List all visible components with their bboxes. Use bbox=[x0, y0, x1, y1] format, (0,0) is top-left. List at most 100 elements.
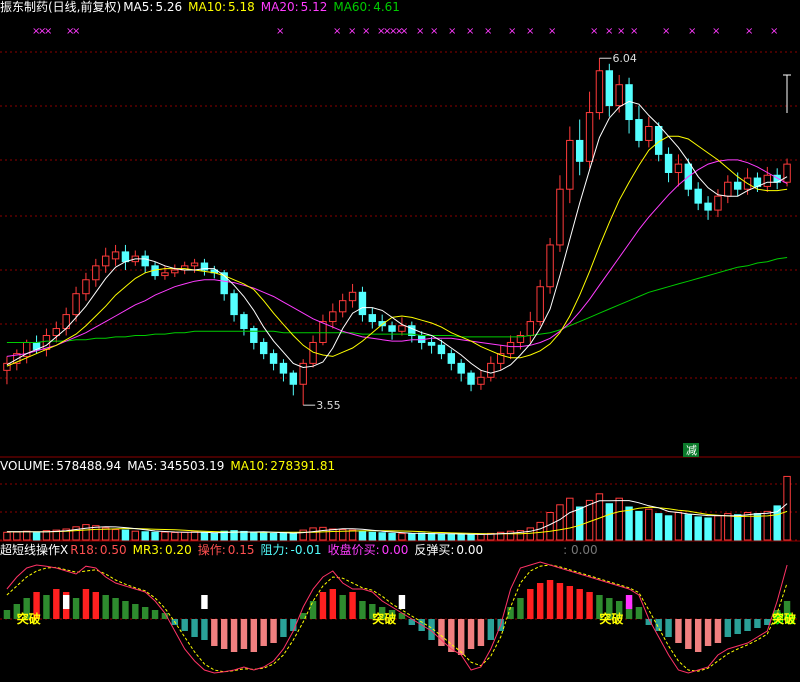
indicator-bar bbox=[141, 607, 149, 619]
volume-bar bbox=[180, 531, 189, 541]
candle-body bbox=[575, 139, 584, 162]
vol-ma10-value: 278391.81 bbox=[270, 459, 336, 473]
breakout-signal-label: 突破 bbox=[772, 611, 796, 626]
volume-bar bbox=[477, 533, 485, 541]
ma10-value: 5.18 bbox=[228, 0, 255, 14]
indicator-bar bbox=[151, 610, 159, 619]
candle-body bbox=[447, 353, 456, 364]
indicator-bar bbox=[201, 619, 208, 640]
indicator-bar bbox=[112, 598, 119, 619]
indicator-bar bbox=[665, 619, 672, 637]
op-value: 0.15 bbox=[227, 543, 255, 557]
signal-marker bbox=[398, 595, 406, 609]
indicator-bar bbox=[230, 619, 238, 652]
high-price-label: 6.04 bbox=[612, 52, 637, 65]
volume-bar bbox=[22, 530, 31, 541]
chart-canvas: 突破 突破 突破 锁仓突破 6.043.55减××× ×× × × × × ××××× × × × × × ×… bbox=[0, 26, 800, 674]
x-marker: × bbox=[508, 26, 516, 37]
annotations: 6.043.55减××× ×× × × × × ××××× × × × × × × × × × × × × × × × × × bbox=[32, 26, 791, 457]
indicator-bar bbox=[339, 595, 346, 619]
volume-panel[interactable] bbox=[3, 475, 791, 541]
indicator-bar bbox=[714, 619, 722, 643]
ma10-label: MA10: bbox=[188, 0, 227, 14]
indicator-bar bbox=[467, 619, 475, 649]
volume-bar bbox=[250, 531, 258, 541]
volume-bar bbox=[398, 533, 406, 541]
indicator-bar bbox=[744, 619, 751, 631]
breakout-signal-label: 突破 bbox=[599, 611, 623, 626]
x-marker: × bbox=[745, 26, 753, 37]
volume-bar bbox=[171, 532, 179, 541]
candle-body bbox=[556, 188, 564, 246]
volume-bar bbox=[546, 512, 554, 541]
x-marker: × bbox=[548, 26, 556, 37]
candle-body bbox=[92, 265, 100, 281]
candle-body bbox=[259, 341, 268, 355]
volume-bar bbox=[190, 531, 199, 541]
volume-bar bbox=[437, 533, 446, 541]
candle-body bbox=[536, 286, 544, 323]
candle-body bbox=[704, 202, 712, 211]
candle-body bbox=[487, 362, 495, 378]
price-panel[interactable] bbox=[3, 58, 791, 406]
x-marker: × bbox=[770, 26, 778, 37]
volume-bar bbox=[724, 513, 732, 541]
vol-ma5-value: 345503.19 bbox=[159, 459, 225, 473]
volume-bar bbox=[319, 526, 327, 541]
indicator-bar bbox=[329, 589, 337, 619]
vol-ma5-label: MA5: bbox=[127, 459, 158, 473]
candle-body bbox=[427, 341, 436, 346]
x-marker: × bbox=[712, 26, 720, 37]
candle-body bbox=[694, 188, 702, 204]
signal-marker bbox=[625, 595, 633, 609]
indicator-bar bbox=[349, 592, 356, 619]
indicator-bar bbox=[250, 619, 258, 652]
candle-body bbox=[250, 328, 258, 343]
volume-bar bbox=[309, 527, 317, 541]
volume-bar bbox=[575, 506, 584, 541]
candle-body bbox=[388, 325, 396, 332]
volume-value: 578488.94 bbox=[56, 459, 122, 473]
candle-body bbox=[763, 174, 772, 187]
indicator-bar bbox=[43, 595, 50, 619]
indicator-bar bbox=[359, 601, 366, 619]
low-price-label: 3.55 bbox=[316, 399, 341, 412]
x-marker: × bbox=[416, 26, 424, 37]
volume-bar bbox=[467, 534, 475, 541]
volume-bar bbox=[635, 510, 643, 541]
volume-bar bbox=[161, 531, 169, 541]
indicator-bar bbox=[220, 619, 228, 649]
indicator-panel[interactable]: 突破 突破 突破 锁仓突破 bbox=[3, 561, 797, 674]
volume-bar bbox=[299, 529, 307, 541]
x-marker: × bbox=[348, 26, 356, 37]
indicator-bar bbox=[72, 598, 80, 619]
indicator-bar bbox=[556, 583, 564, 619]
candle-body bbox=[783, 163, 791, 183]
indicator-bar bbox=[527, 589, 534, 619]
indicator-bar bbox=[517, 598, 524, 619]
indicator-bar bbox=[586, 592, 593, 619]
indicator-bar bbox=[724, 619, 732, 637]
r18-value: 0.50 bbox=[99, 543, 127, 557]
volume-header: VOLUME: 578488.94 MA5: 345503.19 MA10: 278391… bbox=[0, 459, 341, 473]
candle-body bbox=[279, 362, 288, 374]
candle-body bbox=[615, 84, 623, 107]
candle-body bbox=[595, 70, 604, 114]
indicator-bar bbox=[635, 607, 643, 619]
indicator-bar bbox=[675, 619, 682, 643]
volume-bar bbox=[773, 505, 781, 541]
volume-bar bbox=[388, 532, 396, 541]
candle-body bbox=[329, 311, 337, 323]
candle-body bbox=[289, 372, 298, 385]
resist-label: 阻力: bbox=[260, 543, 289, 557]
volume-bar bbox=[408, 533, 416, 541]
x-marker: × bbox=[430, 26, 438, 37]
indicator-bar bbox=[477, 619, 485, 646]
volume-bar bbox=[269, 532, 278, 541]
candle-body bbox=[477, 376, 485, 385]
candle-body bbox=[101, 255, 110, 267]
indicator-bar bbox=[694, 619, 702, 652]
volume-bar bbox=[289, 533, 298, 541]
indicator-bar bbox=[102, 595, 109, 619]
x-marker: × bbox=[72, 26, 80, 37]
